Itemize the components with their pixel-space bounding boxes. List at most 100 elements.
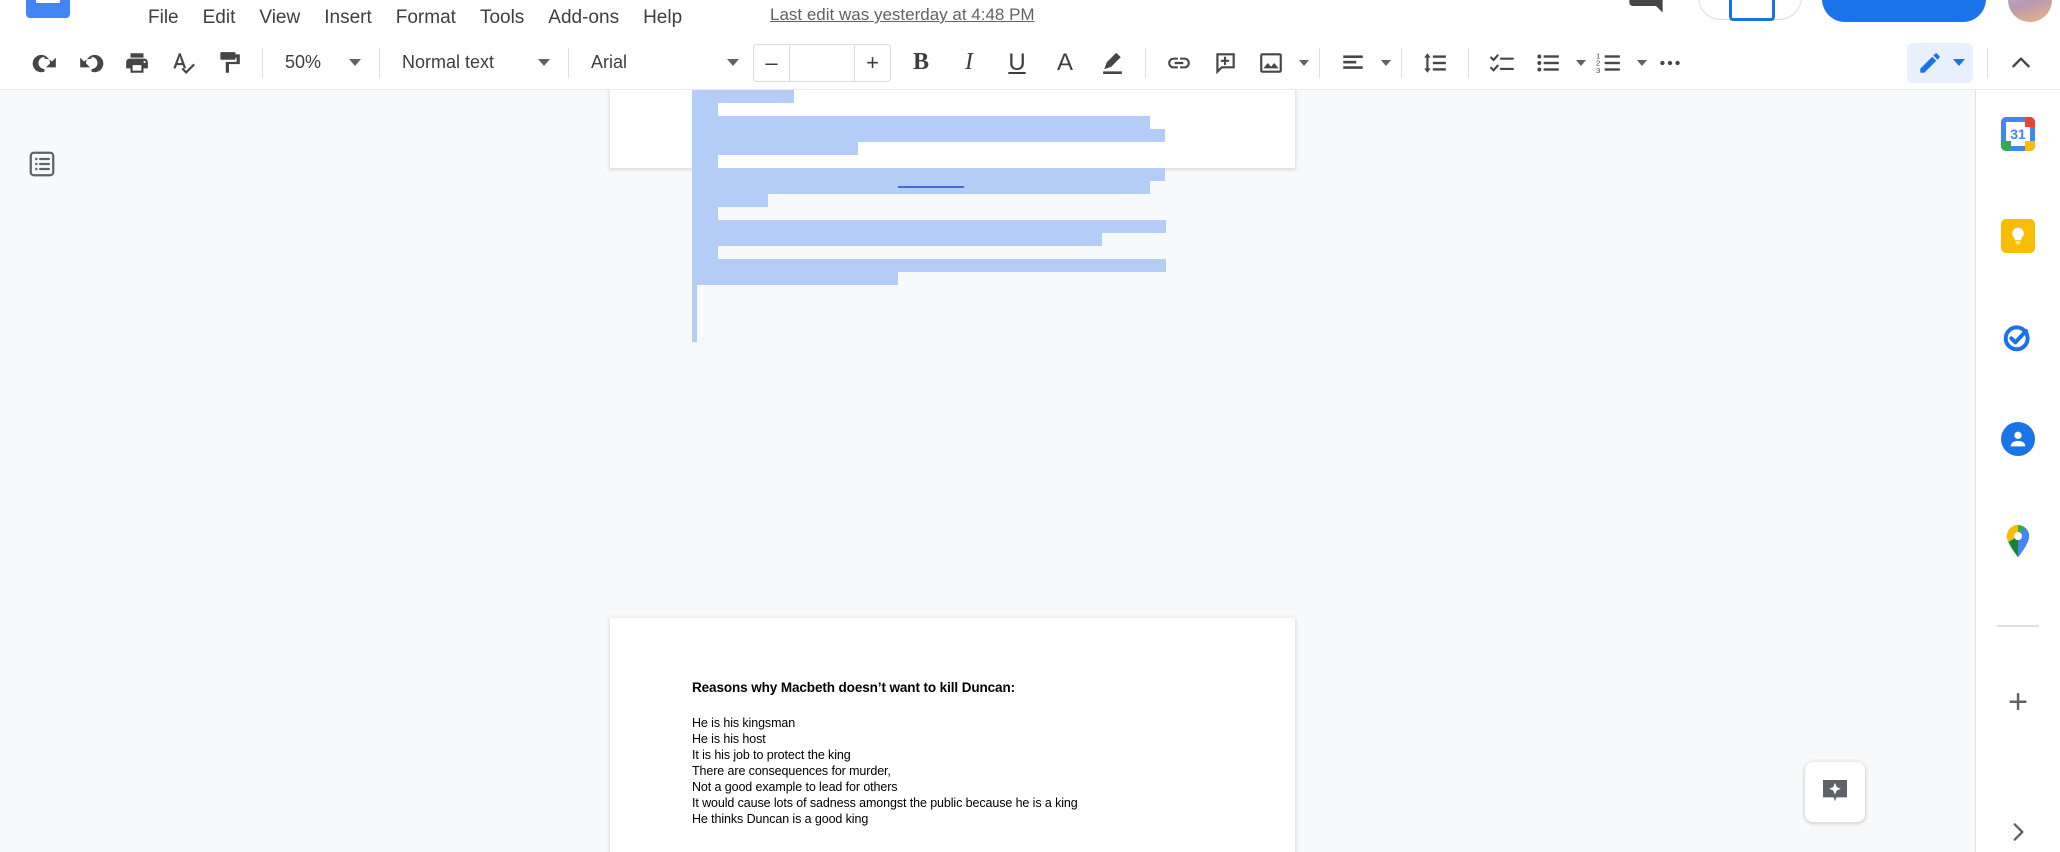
- text-color-button[interactable]: A: [1046, 44, 1084, 82]
- selection-gutter: [692, 155, 718, 168]
- chevron-down-icon: [1299, 59, 1309, 66]
- selection-gutter: [692, 168, 718, 181]
- google-meet-icon[interactable]: [1698, 0, 1802, 21]
- checklist-icon[interactable]: [1483, 44, 1521, 82]
- bulleted-list-icon[interactable]: [1529, 44, 1567, 82]
- chevron-down-icon: [1576, 59, 1586, 66]
- google-tasks-icon[interactable]: [1998, 317, 2038, 357]
- google-contacts-icon[interactable]: [1998, 419, 2038, 459]
- selection-row: [718, 90, 794, 103]
- collapse-toolbar-chevron-icon[interactable]: [2002, 44, 2040, 82]
- zoom-value: 50%: [285, 52, 322, 72]
- text-align-icon[interactable]: [1334, 44, 1372, 82]
- menu-item-insert[interactable]: Insert: [312, 3, 384, 33]
- last-edit-link[interactable]: Last edit was yesterday at 4:48 PM: [770, 5, 1035, 25]
- document-page-1[interactable]: [610, 90, 1295, 342]
- text-align-control[interactable]: [1330, 44, 1391, 82]
- font-size-decrease-button[interactable]: –: [753, 43, 789, 82]
- menu-item-file[interactable]: File: [136, 3, 191, 33]
- underline-button[interactable]: U: [998, 44, 1036, 82]
- selection-gutter: [692, 181, 718, 194]
- google-maps-icon[interactable]: [1998, 521, 2038, 561]
- editing-mode-button[interactable]: [1907, 42, 1973, 83]
- redo-icon[interactable]: [72, 44, 110, 82]
- menu-bar: File Edit View Insert Format Tools Add-o…: [0, 0, 2060, 36]
- comment-history-icon[interactable]: [1626, 0, 1666, 16]
- macbeth-reason-line: There are consequences for murder,: [692, 764, 891, 778]
- selection-row: [718, 142, 858, 155]
- selection-row: [718, 168, 1165, 181]
- bulleted-list-control[interactable]: [1525, 44, 1586, 82]
- macbeth-reason-line: He thinks Duncan is a good king: [692, 812, 869, 826]
- bold-button[interactable]: B: [902, 44, 940, 82]
- paint-format-icon[interactable]: [210, 44, 248, 82]
- menu-item-view[interactable]: View: [247, 3, 312, 33]
- menu-item-tools[interactable]: Tools: [468, 3, 536, 33]
- macbeth-reason-line: He is his host: [692, 732, 766, 746]
- undo-icon[interactable]: [26, 44, 64, 82]
- selection-gutter: [692, 207, 718, 220]
- toolbar-divider: [379, 47, 380, 78]
- numbered-list-control[interactable]: 123: [1586, 44, 1647, 82]
- selection-gutter: [692, 103, 718, 116]
- chevron-down-icon: [1953, 59, 1965, 66]
- selection-gutter: [692, 246, 718, 259]
- document-page-2[interactable]: Reasons why Macbeth doesn’t want to kill…: [610, 618, 1295, 852]
- font-size-increase-button[interactable]: +: [855, 43, 891, 82]
- document-canvas[interactable]: Reasons why Macbeth doesn’t want to kill…: [0, 90, 1975, 852]
- menu-item-format[interactable]: Format: [384, 3, 468, 33]
- print-icon[interactable]: [118, 44, 156, 82]
- google-keep-icon[interactable]: [1998, 216, 2038, 256]
- selection-row: [718, 116, 1150, 129]
- selection-row: [718, 272, 898, 285]
- spellcheck-icon[interactable]: [164, 44, 202, 82]
- menu-item-help[interactable]: Help: [631, 3, 694, 33]
- menu-item-addons[interactable]: Add-ons: [536, 3, 631, 33]
- hyperlink-underline-fragment[interactable]: [898, 186, 964, 188]
- google-docs-window: File Edit View Insert Format Tools Add-o…: [0, 0, 2060, 852]
- insert-link-icon[interactable]: [1160, 44, 1198, 82]
- font-size-stepper: – +: [753, 43, 891, 82]
- add-comment-icon[interactable]: [1206, 44, 1244, 82]
- macbeth-reason-line: It would cause lots of sadness amongst t…: [692, 796, 1078, 810]
- highlight-pen-icon[interactable]: [1093, 44, 1131, 82]
- macbeth-heading: Reasons why Macbeth doesn’t want to kill…: [692, 680, 1015, 695]
- google-calendar-icon[interactable]: 31: [1998, 114, 2038, 154]
- chevron-down-icon: [538, 59, 550, 66]
- add-addon-button[interactable]: +: [1998, 683, 2038, 723]
- selection-gutter: [692, 116, 718, 129]
- selection-gutter: [692, 90, 718, 103]
- toolbar-divider: [1319, 47, 1320, 78]
- italic-button[interactable]: I: [950, 44, 988, 82]
- selection-row: [718, 194, 768, 207]
- more-options-icon[interactable]: [1651, 44, 1689, 82]
- user-avatar[interactable]: [2008, 0, 2052, 22]
- selection-row: [718, 129, 1165, 142]
- numbered-list-icon[interactable]: 123: [1590, 44, 1628, 82]
- editing-mode-pencil-icon: [1920, 52, 1940, 73]
- paragraph-style-select[interactable]: Normal text: [390, 44, 558, 82]
- side-panel-divider: [1997, 624, 2039, 627]
- share-button[interactable]: [1822, 0, 1986, 22]
- paragraph-style-value: Normal text: [402, 52, 495, 72]
- chevron-down-icon: [1381, 59, 1391, 66]
- line-spacing-icon[interactable]: [1416, 44, 1454, 82]
- chevron-down-icon: [1637, 59, 1647, 66]
- chevron-down-icon: [727, 59, 739, 66]
- font-size-input[interactable]: [789, 43, 855, 82]
- zoom-select[interactable]: 50%: [273, 44, 369, 82]
- menu-item-edit[interactable]: Edit: [191, 3, 248, 33]
- insert-image-icon[interactable]: [1252, 44, 1290, 82]
- docs-logo-icon[interactable]: [26, 0, 70, 18]
- font-family-select[interactable]: Arial: [579, 44, 747, 82]
- macbeth-reason-line: Not a good example to lead for others: [692, 780, 898, 794]
- chevron-down-icon: [349, 59, 361, 66]
- explore-button[interactable]: [1805, 762, 1865, 822]
- document-outline-icon[interactable]: [20, 142, 64, 186]
- insert-image-control[interactable]: [1248, 44, 1309, 82]
- toolbar-divider: [262, 47, 263, 78]
- page-2-body: Reasons why Macbeth doesn’t want to kill…: [692, 680, 1252, 827]
- expand-panel-chevron-icon[interactable]: [1998, 812, 2038, 852]
- formatting-toolbar: 50% Normal text Arial – + B I U A 1 2 3: [0, 36, 2060, 90]
